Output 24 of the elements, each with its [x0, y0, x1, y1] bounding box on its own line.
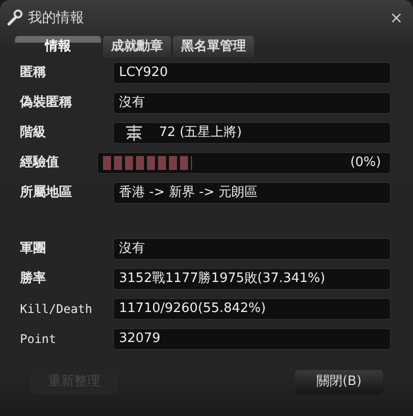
- tab[interactable]: 成就勳章: [103, 36, 171, 58]
- field-label: Point: [19, 331, 58, 348]
- value-field: 3152戰1177勝1975敗(37.341%): [113, 268, 391, 290]
- field-label: Kill/Death: [19, 301, 94, 318]
- field-label: 經驗值: [18, 154, 60, 172]
- tab[interactable]: 黑名單管理: [173, 36, 254, 58]
- value-field: 沒有: [113, 238, 391, 260]
- value-field: 32079: [113, 328, 391, 350]
- window-title: 我的情報: [28, 8, 84, 28]
- value-field: LCY920: [113, 62, 391, 84]
- value-field: 11710/9260(55.842%): [113, 298, 391, 320]
- value-field: 沒有: [113, 92, 391, 114]
- field-label: 勝率: [19, 270, 47, 288]
- field-label: 軍團: [19, 240, 47, 258]
- field-label: 所屬地區: [18, 184, 73, 202]
- field-label: 偽裝匿稱: [18, 94, 73, 112]
- rank-insignia-icon: [123, 125, 145, 141]
- field-label: 匿稱: [19, 64, 47, 82]
- close-button[interactable]: ×: [386, 6, 407, 30]
- rank-text: 72 (五星上將): [159, 124, 242, 142]
- value-field: 香港 -> 新界 -> 元朗區: [113, 182, 391, 204]
- percent-text: (0%): [350, 154, 381, 172]
- field-label: 階級: [19, 124, 47, 142]
- button[interactable]: 關閉(B): [295, 370, 383, 394]
